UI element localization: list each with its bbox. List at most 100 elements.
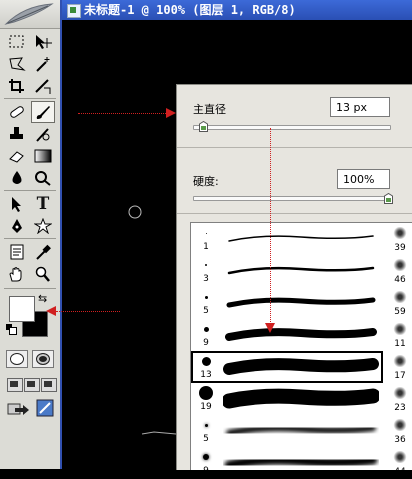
scatter-brush-icon	[392, 387, 408, 399]
hand-tool-icon[interactable]	[6, 264, 28, 284]
brush-preset-row[interactable]: 5	[191, 287, 383, 319]
brush-preset-row[interactable]: 1	[191, 223, 383, 255]
zoom-tool-icon[interactable]	[32, 264, 54, 284]
brush-tip-preview	[205, 232, 207, 234]
swap-colors-icon[interactable]: ⇆	[38, 292, 47, 305]
brush-size-label: 46	[394, 275, 406, 285]
separator	[4, 288, 56, 289]
pen-tool-icon[interactable]	[6, 216, 28, 236]
brush-preset-row[interactable]: 5	[191, 415, 383, 447]
brush-size-label: 23	[394, 403, 406, 413]
diameter-slider-thumb[interactable]	[198, 121, 208, 132]
annotation-arrowhead-right	[166, 108, 176, 118]
brush-size-label: 1	[203, 242, 209, 252]
full-screen-menu-mode-button[interactable]	[24, 378, 40, 392]
palette-header	[0, 0, 60, 29]
default-colors-icon[interactable]	[6, 324, 17, 335]
quick-mask-button[interactable]	[32, 350, 54, 368]
brush-tip-preview	[203, 454, 209, 460]
brush-size-label: 36	[394, 435, 406, 445]
shape-tool-icon[interactable]	[32, 216, 54, 236]
separator	[4, 238, 56, 239]
healing-tool-icon[interactable]	[6, 102, 28, 122]
brush-size-label: 17	[394, 371, 406, 381]
scatter-brush-icon	[392, 419, 408, 431]
brush-preset-alt[interactable]: 11	[387, 319, 412, 351]
imageready-icon[interactable]	[34, 398, 56, 418]
brush-tip-preview	[199, 386, 213, 400]
brush-tip-preview	[204, 423, 208, 427]
hardness-label: 硬度:	[193, 175, 219, 188]
brush-stroke-preview	[223, 388, 379, 409]
scatter-brush-icon	[392, 323, 408, 335]
diameter-label: 主直径	[193, 103, 226, 116]
brush-preset-row[interactable]: 9	[191, 319, 383, 351]
brush-size-label: 5	[203, 434, 209, 444]
clone-stamp-tool-icon[interactable]	[6, 124, 28, 144]
brush-preset-row[interactable]: 9	[191, 447, 383, 479]
gradient-tool-icon[interactable]	[32, 146, 54, 166]
brush-preset-row[interactable]: 3	[191, 255, 383, 287]
path-selection-tool-icon[interactable]	[6, 194, 28, 214]
slice-tool-icon[interactable]	[32, 76, 54, 96]
notes-tool-icon[interactable]	[6, 242, 28, 262]
brush-stroke-preview	[228, 235, 374, 242]
hardness-slider[interactable]	[193, 196, 391, 201]
brush-preset-alt[interactable]: 23	[387, 383, 412, 415]
history-brush-tool-icon[interactable]	[32, 124, 54, 144]
eyedropper-tool-icon[interactable]	[32, 242, 54, 262]
annotation-arrowhead-down	[265, 323, 275, 333]
foreground-color-swatch[interactable]	[9, 296, 35, 322]
lasso-tool-icon[interactable]	[6, 54, 28, 74]
canvas-stroke	[141, 431, 176, 435]
type-tool-icon[interactable]: T	[32, 194, 54, 214]
brush-stroke-preview	[226, 425, 376, 436]
scatter-brush-icon	[392, 451, 408, 463]
brush-preset-alt[interactable]: 36	[387, 415, 412, 447]
canvas-area[interactable]	[72, 20, 176, 469]
brush-tool-icon[interactable]	[31, 101, 55, 123]
crop-tool-icon[interactable]	[6, 76, 28, 96]
dodge-tool-icon[interactable]	[32, 168, 54, 188]
eraser-tool-icon[interactable]	[6, 146, 28, 166]
brush-stroke-preview	[226, 297, 376, 308]
standard-screen-mode-button[interactable]	[7, 378, 23, 392]
diameter-slider[interactable]	[193, 125, 391, 130]
brush-preset-alt[interactable]: 59	[387, 287, 412, 319]
brush-preset-row[interactable]: 19	[191, 383, 383, 415]
jump-to-imageready-icon[interactable]	[6, 398, 32, 418]
brush-size-label: 9	[203, 466, 209, 476]
brush-list[interactable]: 1 39 3 46 5 59 9 11 13 17 19 23 5 36 9 44	[190, 222, 412, 477]
scatter-brush-icon	[392, 291, 408, 303]
standard-mode-button[interactable]	[6, 350, 28, 368]
brush-stroke-preview	[227, 266, 375, 275]
full-screen-mode-button[interactable]	[41, 378, 57, 392]
brush-size-label: 19	[200, 402, 212, 412]
brush-stroke-preview	[224, 455, 378, 470]
quick-mask-icon	[36, 353, 50, 365]
scatter-brush-icon	[392, 259, 408, 271]
brush-tip-preview	[201, 356, 211, 366]
feather-icon	[4, 3, 54, 25]
diameter-input[interactable]: 13 px	[330, 97, 390, 117]
marquee-tool-icon[interactable]	[6, 32, 28, 52]
blur-tool-icon[interactable]	[6, 168, 28, 188]
brush-size-label: 59	[394, 307, 406, 317]
move-tool-icon[interactable]	[32, 32, 54, 52]
scatter-brush-icon	[392, 227, 408, 239]
brush-preset-alt[interactable]: 17	[387, 351, 412, 383]
brush-preset-row[interactable]: 13	[191, 351, 383, 383]
brush-size-label: 39	[394, 243, 406, 253]
separator	[177, 213, 412, 214]
brush-preset-alt[interactable]: 46	[387, 255, 412, 287]
tool-palette: T ⇆	[0, 0, 62, 469]
hardness-slider-thumb[interactable]	[384, 193, 393, 204]
annotation-arrowhead-left	[46, 306, 56, 316]
separator	[4, 190, 56, 191]
brush-tip-preview	[204, 295, 208, 299]
hardness-input[interactable]: 100%	[337, 169, 390, 189]
brush-preset-alt[interactable]: 39	[387, 223, 412, 255]
magic-wand-tool-icon[interactable]	[32, 54, 54, 74]
brush-size-label: 11	[394, 339, 406, 349]
brush-preset-alt[interactable]: 44	[387, 447, 412, 479]
